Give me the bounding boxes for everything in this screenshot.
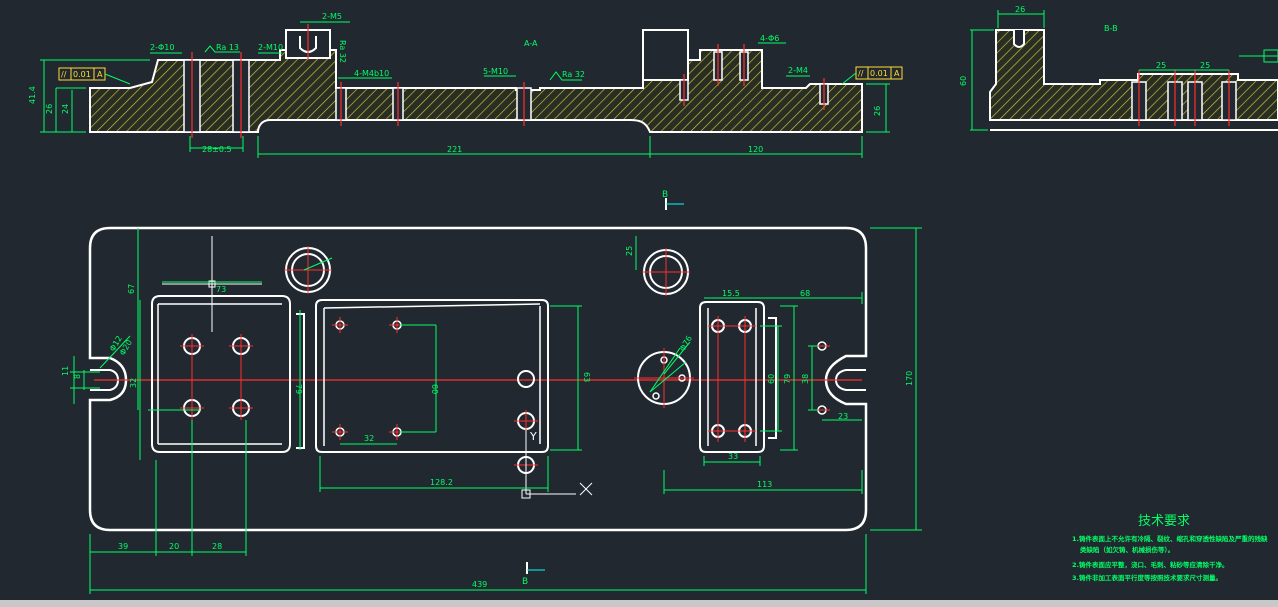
round-boss <box>634 347 694 408</box>
notes-title: 技术要求 <box>1138 514 1190 529</box>
plan-dimlines <box>70 227 922 594</box>
dim-28: 28±0.5 <box>202 145 232 154</box>
dim-25-a: 25 <box>1156 61 1166 70</box>
dim-113: 113 <box>757 480 772 489</box>
dim-24: 24 <box>61 104 70 114</box>
tol-right-ref: A <box>894 69 900 78</box>
callout-2-m4: 2-M4 <box>788 66 808 75</box>
dim-60-mid: 60 <box>430 384 439 394</box>
dim-128-2: 128.2 <box>430 478 453 487</box>
tol-left-val: 0.01 <box>73 70 91 79</box>
section-bb-notch <box>1013 30 1025 48</box>
dim-39: 39 <box>118 542 128 551</box>
section-bb-label: B-B <box>1104 24 1118 33</box>
dim-38: 38 <box>801 374 810 384</box>
pocket-right <box>699 301 765 453</box>
dim-32-left: 32 <box>129 378 138 388</box>
dim-32-mid: 32 <box>364 434 374 443</box>
status-bar <box>0 600 1278 607</box>
dim-33: 33 <box>728 452 738 461</box>
view-marker-bottom: B <box>522 562 545 587</box>
dim-60-right: 60 <box>767 374 776 384</box>
dim-25: 25 <box>625 246 634 256</box>
dim-79-left: 79 <box>294 384 303 394</box>
tol-right-val: 0.01 <box>870 69 888 78</box>
dim-79-right: 79 <box>783 374 792 384</box>
dim-68: 68 <box>800 289 810 298</box>
tol-left-sym: // <box>61 70 67 79</box>
pocket-left <box>151 295 291 453</box>
section-aa-body <box>89 29 863 133</box>
cad-cursor-icon[interactable] <box>162 236 262 332</box>
dim-60-left: 60 <box>959 76 968 86</box>
dim-439: 439 <box>472 580 487 589</box>
technical-notes: 技术要求 1.铸件表面上不允许有冷隔、裂纹、缩孔和穿透性缺陷及严重的残缺类缺陷（… <box>1072 514 1268 582</box>
holes-left-pocket <box>183 337 250 417</box>
notes-item-3: 3.铸件非加工表面平行度等按照技术要求尺寸测量。 <box>1072 573 1222 582</box>
plan-view: B B Y 67 73 25 15.5 68 11 8 Φ12 Φ20 32 7… <box>61 190 922 594</box>
callout-2-m5: 2-M5 <box>322 12 342 21</box>
dim-221: 221 <box>447 145 462 154</box>
dim-phi76: Φ76 <box>678 334 694 353</box>
roughness-1: Ra 13 <box>216 43 239 52</box>
dim-23: 23 <box>838 412 848 421</box>
dim-41-4: 41.4 <box>28 86 37 104</box>
large-hole-right <box>642 248 690 296</box>
technical-drawing: A-A // 0.01 A // 0.01 A 2-M5 2-Φ10 2-M10… <box>28 5 1278 594</box>
ucs-y-label: Y <box>529 430 537 443</box>
dim-170: 170 <box>905 371 914 386</box>
view-marker-bottom-label: B <box>522 577 528 587</box>
callout-2-phi10: 2-Φ10 <box>150 43 174 52</box>
callout-4-phi6: 4-Φ6 <box>760 34 779 43</box>
view-marker-top-label: B <box>662 190 668 200</box>
dim-15-5: 15.5 <box>722 289 740 298</box>
tol-left-ref: A <box>97 70 103 79</box>
section-aa-label: A-A <box>524 39 538 48</box>
dim-8: 8 <box>73 374 82 379</box>
dim-120: 120 <box>748 145 763 154</box>
dim-63: 63 <box>582 372 591 382</box>
callout-5-m10: 5-M10 <box>483 67 508 76</box>
dim-11: 11 <box>61 366 70 376</box>
roughness-3: Ra 32 <box>562 70 585 79</box>
section-aa: A-A // 0.01 A // 0.01 A 2-M5 2-Φ10 2-M10… <box>28 12 903 158</box>
plan-dimtexts: 67 73 25 15.5 68 11 8 Φ12 Φ20 32 79 60 3… <box>61 246 914 589</box>
dim-67: 67 <box>127 284 136 294</box>
dim-26-right: 26 <box>873 106 882 116</box>
pocket-center <box>315 299 549 453</box>
dim-26-left: 26 <box>45 104 54 114</box>
dim-73: 73 <box>216 285 226 294</box>
section-bb: B-B 26 60 25 25 <box>959 5 1278 131</box>
roughness-2: Ra 32 <box>338 40 347 63</box>
notes-item-1: 1.铸件表面上不允许有冷隔、裂纹、缩孔和穿透性缺陷及严重的残缺类缺陷（如欠铸、机… <box>1072 534 1268 554</box>
dim-28-bottom: 28 <box>212 542 222 551</box>
dim-26-top: 26 <box>1015 5 1025 14</box>
dim-25-b: 25 <box>1200 61 1210 70</box>
cad-drawing-canvas[interactable]: A-A // 0.01 A // 0.01 A 2-M5 2-Φ10 2-M10… <box>0 0 1278 607</box>
holes-center-pocket <box>335 320 535 474</box>
section-aa-block <box>642 29 689 81</box>
view-marker-top: B <box>662 190 684 210</box>
dim-20: 20 <box>169 542 179 551</box>
large-hole-left <box>284 246 332 294</box>
notes-item-2: 2.铸件表面应平整，浇口、毛刺、粘砂等应清除干净。 <box>1072 560 1229 569</box>
callout-2-m10: 2-M10 <box>258 43 283 52</box>
tol-right-sym: // <box>858 69 864 78</box>
plate-outline <box>88 226 868 532</box>
callout-4-m4b10: 4-M4b10 <box>354 69 389 78</box>
tolerance-frame-left <box>58 67 131 85</box>
